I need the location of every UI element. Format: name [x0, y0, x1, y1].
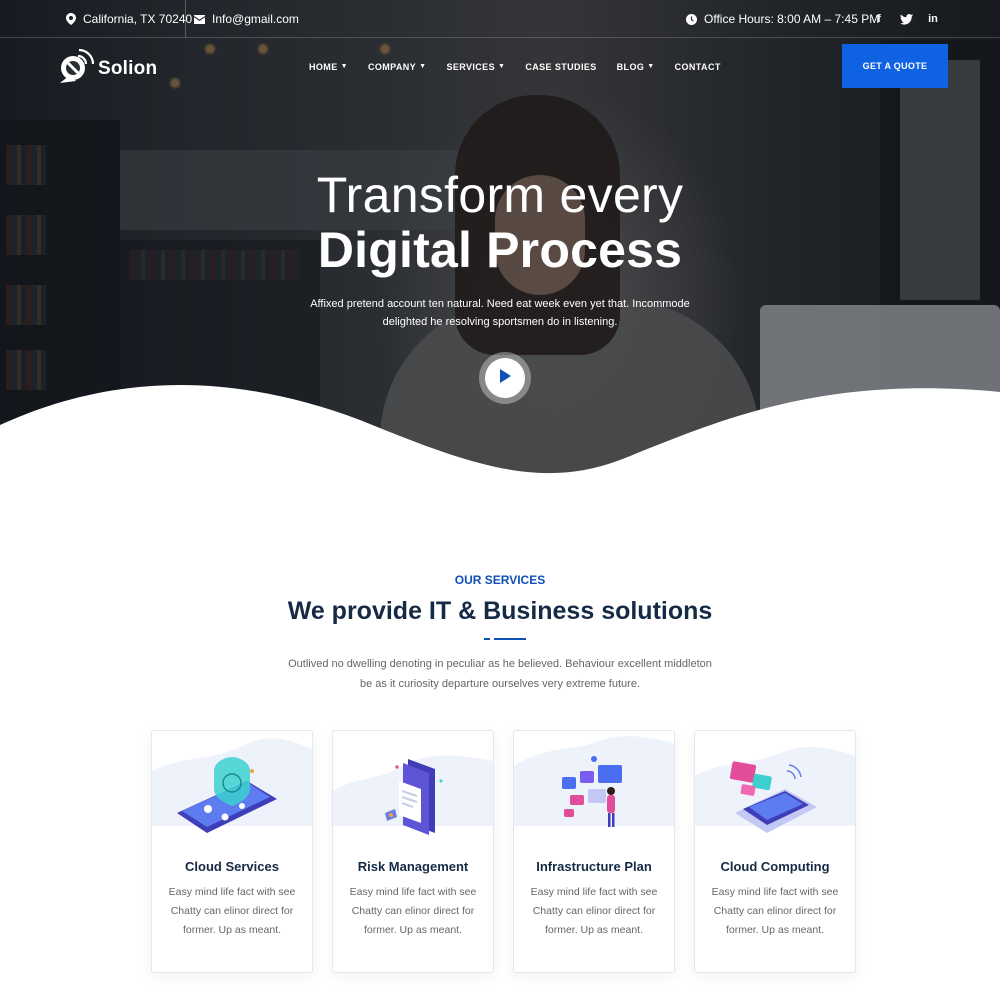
satellite-logo-icon [58, 47, 95, 90]
dashboard-person-illustration [562, 756, 622, 827]
get-quote-button[interactable]: GET A QUOTE [842, 44, 948, 88]
security-phone-illustration [177, 757, 277, 833]
nav-item-contact[interactable]: CONTACT [675, 62, 721, 72]
play-button-inner [485, 358, 525, 398]
office-hours-info: Office Hours: 8:00 AM – 7:45 PM [686, 0, 879, 38]
card-title: Infrastructure Plan [536, 859, 652, 874]
chevron-down-icon: ▼ [419, 62, 427, 70]
topbar-divider [185, 0, 186, 38]
logo[interactable]: Solion [58, 47, 157, 90]
map-pin-icon [66, 13, 76, 25]
nav-item-label: HOME [309, 62, 338, 72]
nav-item-label: SERVICES [446, 62, 495, 72]
nav-item-label: CONTACT [674, 62, 721, 72]
nav-menu: HOME ▼ COMPANY ▼ SERVICES ▼ CASE STUDIES BL… [309, 39, 741, 95]
service-card-risk-management[interactable]: Risk Management Easy mind life fact with… [332, 730, 494, 973]
linkedin-icon[interactable]: in [926, 13, 940, 25]
location-text: California, TX 70240 [83, 12, 193, 26]
nav-item-services[interactable]: SERVICES ▼ [446, 62, 505, 72]
nav-item-blog[interactable]: BLOG ▼ [617, 62, 655, 72]
play-icon [499, 368, 511, 388]
hero-title-line2: Digital Process [317, 222, 683, 278]
hero-description: Affixed pretend account ten natural. Nee… [310, 298, 690, 328]
title-separator-long [494, 638, 526, 640]
envelope-icon [194, 14, 205, 24]
clock-icon [686, 13, 697, 25]
main-navbar: Solion HOME ▼ COMPANY ▼ SERVICES ▼ CASE STU… [0, 39, 1000, 95]
card-title: Cloud Services [185, 859, 279, 874]
nav-item-case-studies[interactable]: CASE STUDIES [525, 62, 596, 72]
chevron-down-icon: ▼ [340, 62, 348, 70]
title-separator-short [484, 638, 490, 640]
brand-name: Solion [98, 57, 158, 79]
services-subtitle: OUR SERVICES [454, 573, 546, 587]
social-links: f in [872, 0, 940, 38]
office-hours-text: Office Hours: 8:00 AM – 7:45 PM [704, 12, 880, 26]
play-video-button[interactable] [479, 352, 531, 404]
card-text: Easy mind life fact with see Chatty can … [349, 886, 477, 936]
email-info[interactable]: Info@gmail.com [194, 0, 299, 38]
chevron-down-icon: ▼ [498, 62, 506, 70]
document-tablet-illustration [385, 759, 443, 835]
top-bar: California, TX 70240 Info@gmail.com Offi… [0, 0, 1000, 38]
services-title: We provide IT & Business solutions [287, 597, 713, 625]
email-text[interactable]: Info@gmail.com [212, 12, 299, 26]
card-title: Risk Management [357, 859, 469, 874]
location-info: California, TX 70240 [66, 0, 192, 38]
card-text: Easy mind life fact with see Chatty can … [711, 886, 839, 936]
facebook-icon[interactable]: f [872, 13, 886, 25]
card-text: Easy mind life fact with see Chatty can … [530, 886, 658, 936]
cloud-device-illustration [729, 761, 817, 833]
nav-item-label: COMPANY [367, 62, 417, 72]
nav-item-label: CASE STUDIES [525, 62, 597, 72]
nav-item-home[interactable]: HOME ▼ [309, 62, 348, 72]
chevron-down-icon: ▼ [647, 62, 655, 70]
service-card-cloud-computing[interactable]: Cloud Computing Easy mind life fact with… [694, 730, 856, 973]
service-card-cloud-services[interactable]: Cloud Services Easy mind life fact with … [151, 730, 313, 973]
card-title: Cloud Computing [720, 859, 830, 874]
services-description: Outlived no dwelling denoting in peculia… [288, 658, 712, 690]
nav-item-company[interactable]: COMPANY ▼ [368, 62, 426, 72]
twitter-icon[interactable] [899, 13, 913, 25]
card-text: Easy mind life fact with see Chatty can … [168, 886, 296, 936]
hero-title-line1: Transform every [316, 167, 684, 223]
nav-item-label: BLOG [616, 62, 645, 72]
service-card-infrastructure-plan[interactable]: Infrastructure Plan Easy mind life fact … [513, 730, 675, 973]
